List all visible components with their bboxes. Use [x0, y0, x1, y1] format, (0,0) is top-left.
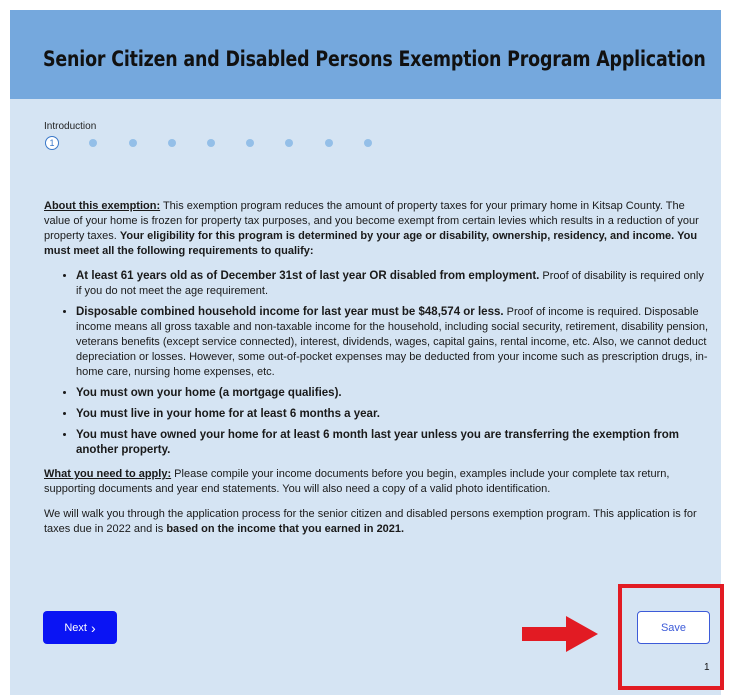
step-1-indicator[interactable]: 1	[45, 136, 59, 150]
about-heading: About this exemption:	[44, 200, 161, 212]
requirement-item: At least 61 years old as of December 31s…	[76, 269, 710, 299]
step-2-dot[interactable]	[89, 139, 97, 147]
step-9-dot[interactable]	[364, 139, 372, 147]
next-label: Next	[64, 621, 87, 634]
requirement-bold: You must have owned your home for at lea…	[76, 429, 680, 456]
need-heading: What you need to apply:	[44, 468, 172, 480]
requirement-bold: At least 61 years old as of December 31s…	[76, 270, 540, 282]
walk-bold: based on the income that you earned in 2…	[166, 523, 405, 535]
step-6-dot[interactable]	[246, 139, 254, 147]
requirement-bold: Disposable combined household income for…	[76, 306, 504, 318]
requirements-list: At least 61 years old as of December 31s…	[44, 269, 710, 458]
walk-paragraph: We will walk you through the application…	[44, 507, 710, 537]
save-button[interactable]: Save	[637, 611, 710, 644]
about-paragraph: About this exemption: This exemption pro…	[44, 199, 710, 259]
step-8-dot[interactable]	[325, 139, 333, 147]
need-paragraph: What you need to apply: Please compile y…	[44, 467, 710, 497]
intro-content: About this exemption: This exemption pro…	[44, 199, 710, 547]
step-7-dot[interactable]	[285, 139, 293, 147]
eligibility-text: Your eligibility for this program is det…	[44, 230, 698, 257]
page-header: Senior Citizen and Disabled Persons Exem…	[10, 10, 721, 99]
step-4-dot[interactable]	[168, 139, 176, 147]
page-number: 1	[704, 662, 710, 673]
requirement-item: You must live in your home for at least …	[76, 407, 710, 422]
red-arrow-annotation	[522, 616, 598, 652]
next-button[interactable]: Next ›	[43, 611, 117, 644]
arrow-icon	[522, 616, 598, 652]
requirement-bold: You must live in your home for at least …	[76, 408, 380, 420]
page-title: Senior Citizen and Disabled Persons Exem…	[43, 47, 706, 71]
requirement-item: You must have owned your home for at lea…	[76, 428, 710, 458]
requirement-item: You must own your home (a mortgage quali…	[76, 386, 710, 401]
requirement-bold: You must own your home (a mortgage quali…	[76, 387, 342, 399]
chevron-right-icon: ›	[90, 619, 96, 636]
stepper-label: Introduction	[44, 121, 97, 132]
application-page: Senior Citizen and Disabled Persons Exem…	[10, 10, 724, 695]
requirement-item: Disposable combined household income for…	[76, 305, 710, 380]
step-3-dot[interactable]	[129, 139, 137, 147]
step-5-dot[interactable]	[207, 139, 215, 147]
